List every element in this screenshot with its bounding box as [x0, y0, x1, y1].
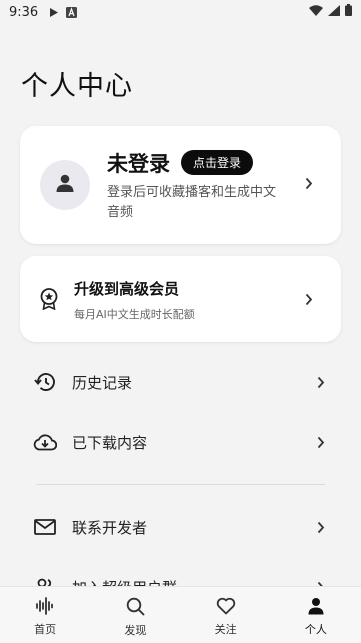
tab-home[interactable]: 首页	[0, 587, 90, 643]
person-icon	[307, 597, 325, 618]
battery-icon	[345, 4, 352, 20]
wifi-icon	[309, 4, 323, 20]
menu-item-contact-developer[interactable]: 联系开发者	[20, 507, 341, 547]
page-title: 个人中心	[21, 71, 133, 102]
tab-label: 关注	[214, 623, 237, 636]
tab-label: 个人	[304, 623, 327, 636]
cloud-download-icon	[32, 433, 58, 451]
waveform-icon	[35, 597, 55, 618]
login-button[interactable]: 点击登录	[181, 150, 254, 175]
divider	[36, 484, 325, 485]
profile-card[interactable]: 未登录 点击登录 登录后可收藏播客和生成中文音频	[20, 126, 341, 244]
status-time: 9:36	[9, 4, 39, 20]
signal-icon	[328, 4, 340, 20]
tab-label: 首页	[34, 623, 57, 636]
play-icon	[50, 7, 59, 17]
chevron-right-icon	[305, 293, 313, 306]
profile-name: 未登录	[107, 152, 170, 176]
chevron-right-icon	[317, 521, 325, 534]
avatar	[40, 160, 90, 210]
vip-subtitle: 每月AI中文生成时长配额	[74, 308, 195, 321]
search-icon	[126, 597, 145, 619]
tab-label: 发现	[124, 624, 147, 637]
history-icon	[32, 372, 58, 392]
chevron-right-icon	[305, 177, 313, 190]
mail-icon	[32, 519, 58, 535]
vip-title: 升级到高级会员	[74, 280, 180, 298]
menu-item-history[interactable]: 历史记录	[20, 362, 341, 402]
profile-description: 登录后可收藏播客和生成中文音频	[107, 185, 277, 220]
person-icon	[55, 173, 75, 197]
tab-following[interactable]: 关注	[181, 587, 271, 643]
chevron-right-icon	[317, 376, 325, 389]
tab-profile[interactable]: 个人	[271, 587, 361, 643]
menu-item-label: 历史记录	[72, 373, 133, 392]
award-badge-icon	[40, 288, 58, 314]
heart-icon	[216, 597, 236, 618]
menu-item-label: 联系开发者	[72, 518, 148, 537]
a-notification-icon	[66, 6, 78, 18]
tab-discover[interactable]: 发现	[90, 587, 180, 643]
vip-upgrade-card[interactable]: 升级到高级会员 每月AI中文生成时长配额	[20, 256, 341, 342]
bottom-tab-bar: 首页 发现 关注 个人	[0, 586, 361, 643]
chevron-right-icon	[317, 436, 325, 449]
menu-item-label: 已下载内容	[72, 433, 148, 452]
status-bar: 9:36	[0, 0, 361, 24]
menu-item-downloads[interactable]: 已下载内容	[20, 422, 341, 462]
